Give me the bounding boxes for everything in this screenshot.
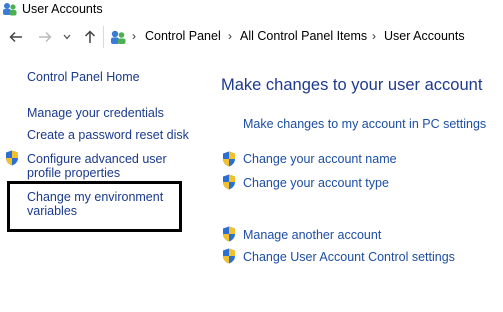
change-uac-settings-link[interactable]: Change User Account Control settings: [243, 250, 455, 264]
page-heading: Make changes to your user account: [221, 76, 483, 94]
control-panel-home-link[interactable]: Control Panel Home: [27, 70, 140, 84]
breadcrumb-separator-icon[interactable]: ›: [228, 29, 232, 43]
uac-shield-icon: [223, 226, 235, 242]
address-bar[interactable]: › Control Panel › All Control Panel Item…: [103, 26, 503, 48]
change-account-name-link[interactable]: Change your account name: [243, 152, 397, 166]
up-arrow-icon: [84, 30, 96, 43]
control-panel-icon: [111, 30, 126, 44]
highlight-box: [7, 181, 182, 232]
manage-credentials-link[interactable]: Manage your credentials: [27, 106, 164, 120]
manage-another-account-link[interactable]: Manage another account: [243, 228, 381, 242]
up-button[interactable]: [80, 27, 100, 47]
back-button[interactable]: [6, 27, 26, 47]
user-accounts-icon: [3, 3, 17, 16]
title-bar: User Accounts: [0, 0, 503, 20]
breadcrumb-all-items[interactable]: All Control Panel Items: [240, 29, 367, 43]
uac-shield-icon: [223, 248, 235, 264]
uac-shield-icon: [223, 174, 235, 190]
change-account-type-link[interactable]: Change your account type: [243, 176, 389, 190]
pc-settings-link[interactable]: Make changes to my account in PC setting…: [243, 117, 486, 131]
breadcrumb-control-panel[interactable]: Control Panel: [145, 29, 221, 43]
link-line: Configure advanced user: [27, 152, 167, 166]
breadcrumb-separator-icon[interactable]: ›: [372, 29, 376, 43]
recent-locations-button[interactable]: [60, 27, 74, 47]
breadcrumb-separator-icon[interactable]: ›: [132, 29, 136, 43]
create-password-reset-disk-link[interactable]: Create a password reset disk: [27, 128, 189, 142]
breadcrumb-user-accounts[interactable]: User Accounts: [384, 29, 465, 43]
navigation-bar: › Control Panel › All Control Panel Item…: [0, 24, 503, 50]
chevron-down-icon: [63, 34, 71, 40]
link-line: profile properties: [27, 166, 121, 180]
window-title: User Accounts: [22, 2, 103, 16]
uac-shield-icon: [6, 150, 18, 166]
configure-advanced-profile-link[interactable]: Configure advanced user profile properti…: [27, 152, 167, 180]
uac-shield-icon: [223, 151, 235, 167]
forward-arrow-icon: [39, 31, 52, 43]
forward-button[interactable]: [35, 27, 55, 47]
back-arrow-icon: [9, 31, 22, 43]
